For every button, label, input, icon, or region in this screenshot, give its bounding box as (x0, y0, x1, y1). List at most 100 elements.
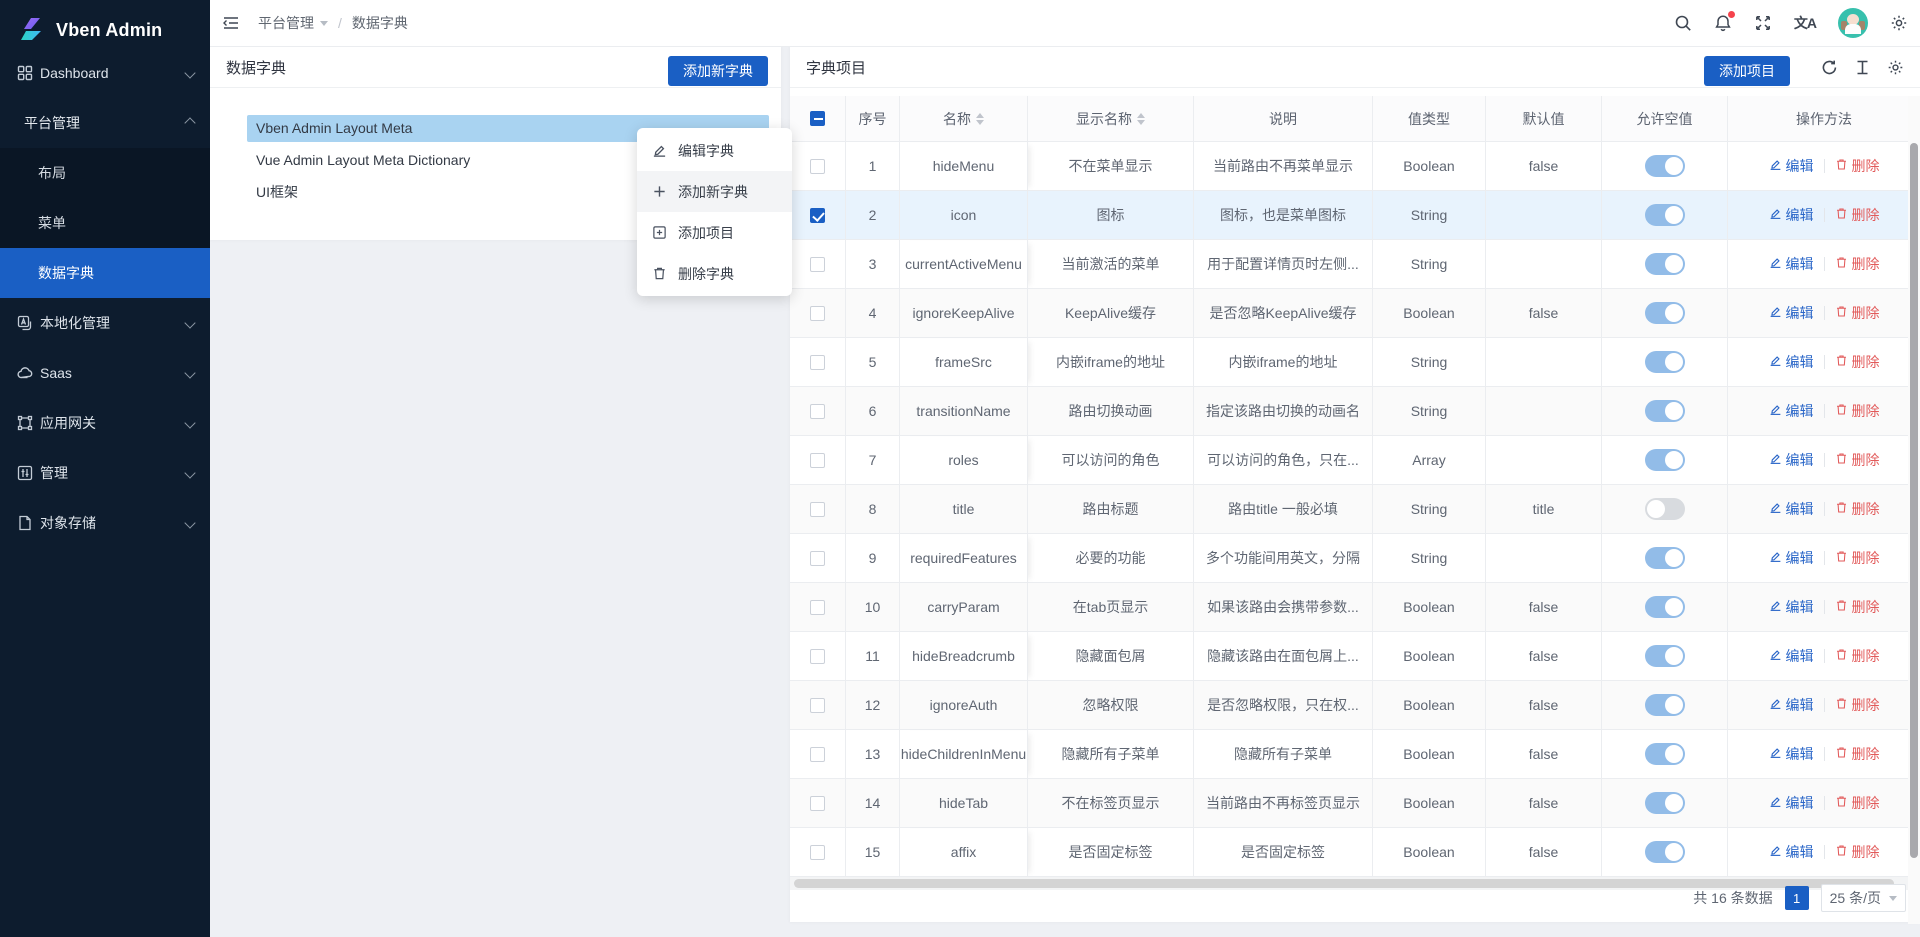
row-checkbox[interactable] (810, 600, 825, 615)
allow-empty-toggle[interactable] (1645, 792, 1685, 814)
breadcrumb-item-dict[interactable]: 数据字典 (352, 13, 408, 33)
row-checkbox[interactable] (810, 257, 825, 272)
row-checkbox[interactable] (810, 845, 825, 860)
add-dict-button[interactable]: 添加新字典 (668, 56, 768, 86)
dashboard-icon (17, 65, 33, 81)
edit-button[interactable]: 编辑 (1769, 254, 1814, 274)
allow-empty-toggle[interactable] (1645, 596, 1685, 618)
sidebar-item-6[interactable]: 对象存储 (0, 498, 210, 548)
row-height-icon[interactable] (1854, 59, 1871, 76)
edit-button[interactable]: 编辑 (1769, 646, 1814, 666)
delete-button[interactable]: 删除 (1835, 597, 1880, 617)
settings-gear-icon[interactable] (1890, 14, 1908, 32)
context-menu-item-3[interactable]: 删除字典 (637, 253, 792, 294)
edit-button[interactable]: 编辑 (1769, 205, 1814, 225)
edit-button[interactable]: 编辑 (1769, 842, 1814, 862)
delete-button[interactable]: 删除 (1835, 401, 1880, 421)
allow-empty-toggle[interactable] (1645, 253, 1685, 275)
row-checkbox[interactable] (810, 502, 825, 517)
allow-empty-toggle[interactable] (1645, 743, 1685, 765)
context-menu-item-1[interactable]: 添加新字典 (637, 171, 792, 212)
delete-button[interactable]: 删除 (1835, 695, 1880, 715)
edit-button[interactable]: 编辑 (1769, 597, 1814, 617)
edit-button[interactable]: 编辑 (1769, 744, 1814, 764)
fullscreen-icon[interactable] (1754, 14, 1772, 32)
allow-empty-toggle[interactable] (1645, 400, 1685, 422)
delete-button[interactable]: 删除 (1835, 156, 1880, 176)
row-checkbox[interactable] (810, 698, 825, 713)
sort-carets[interactable] (1137, 113, 1145, 125)
row-checkbox[interactable] (810, 208, 825, 223)
delete-button[interactable]: 删除 (1835, 205, 1880, 225)
vertical-scrollbar-thumb[interactable] (1910, 143, 1918, 858)
allow-empty-toggle[interactable] (1645, 302, 1685, 324)
value-type-cell: String (1373, 387, 1486, 436)
sidebar-subitem-0[interactable]: 布局 (0, 148, 210, 198)
edit-button[interactable]: 编辑 (1769, 303, 1814, 323)
sort-carets[interactable] (976, 113, 984, 125)
allow-empty-toggle[interactable] (1645, 351, 1685, 373)
edit-button[interactable]: 编辑 (1769, 156, 1814, 176)
delete-button[interactable]: 删除 (1835, 548, 1880, 568)
delete-button[interactable]: 删除 (1835, 744, 1880, 764)
allow-empty-toggle[interactable] (1645, 694, 1685, 716)
context-menu-item-0[interactable]: 编辑字典 (637, 130, 792, 171)
operations-divider (1824, 306, 1825, 320)
delete-button[interactable]: 删除 (1835, 499, 1880, 519)
sidebar-item-4[interactable]: 应用网关 (0, 398, 210, 448)
row-checkbox[interactable] (810, 747, 825, 762)
allow-empty-toggle[interactable] (1645, 204, 1685, 226)
sidebar-item-5[interactable]: 管理 (0, 448, 210, 498)
sidebar-item-0[interactable]: Dashboard (0, 48, 210, 98)
edit-button[interactable]: 编辑 (1769, 450, 1814, 470)
edit-button[interactable]: 编辑 (1769, 352, 1814, 372)
breadcrumb-item-platform[interactable]: 平台管理 (258, 13, 328, 33)
select-all-checkbox[interactable] (810, 111, 825, 126)
delete-button[interactable]: 删除 (1835, 793, 1880, 813)
delete-button[interactable]: 删除 (1835, 303, 1880, 323)
notification-bell-icon[interactable] (1714, 14, 1732, 32)
col-name[interactable]: 名称 (900, 96, 1028, 142)
delete-button[interactable]: 删除 (1835, 352, 1880, 372)
sidebar-item-2[interactable]: 本地化管理 (0, 298, 210, 348)
edit-button[interactable]: 编辑 (1769, 401, 1814, 421)
allow-empty-toggle[interactable] (1645, 645, 1685, 667)
sidebar-subitem-1[interactable]: 菜单 (0, 198, 210, 248)
allow-empty-toggle[interactable] (1645, 155, 1685, 177)
context-menu-item-2[interactable]: 添加项目 (637, 212, 792, 253)
row-checkbox[interactable] (810, 306, 825, 321)
search-icon[interactable] (1674, 14, 1692, 32)
delete-button[interactable]: 删除 (1835, 842, 1880, 862)
edit-button[interactable]: 编辑 (1769, 548, 1814, 568)
allow-empty-toggle[interactable] (1645, 498, 1685, 520)
col-display-name[interactable]: 显示名称 (1028, 96, 1194, 142)
delete-button[interactable]: 删除 (1835, 646, 1880, 666)
page-number-button[interactable]: 1 (1785, 886, 1809, 910)
column-settings-gear-icon[interactable] (1887, 59, 1904, 76)
sidebar-item-1[interactable]: 平台管理 (0, 98, 210, 148)
delete-button[interactable]: 删除 (1835, 254, 1880, 274)
sidebar-item-3[interactable]: Saas (0, 348, 210, 398)
row-checkbox[interactable] (810, 404, 825, 419)
page-size-select[interactable]: 25 条/页 (1821, 884, 1906, 912)
dict-items-title: 字典项目 (806, 57, 866, 78)
row-checkbox[interactable] (810, 649, 825, 664)
sidebar-collapse-icon[interactable] (222, 14, 240, 32)
edit-button[interactable]: 编辑 (1769, 499, 1814, 519)
allow-empty-toggle[interactable] (1645, 841, 1685, 863)
avatar[interactable] (1838, 8, 1868, 38)
edit-button[interactable]: 编辑 (1769, 793, 1814, 813)
edit-button[interactable]: 编辑 (1769, 695, 1814, 715)
row-checkbox[interactable] (810, 355, 825, 370)
row-checkbox[interactable] (810, 796, 825, 811)
refresh-icon[interactable] (1821, 59, 1838, 76)
allow-empty-toggle[interactable] (1645, 449, 1685, 471)
translate-icon[interactable]: 文A (1794, 13, 1816, 33)
sidebar-subitem-2[interactable]: 数据字典 (0, 248, 210, 298)
row-checkbox[interactable] (810, 159, 825, 174)
add-item-button[interactable]: 添加项目 (1704, 56, 1790, 86)
row-checkbox[interactable] (810, 453, 825, 468)
allow-empty-toggle[interactable] (1645, 547, 1685, 569)
delete-button[interactable]: 删除 (1835, 450, 1880, 470)
row-checkbox[interactable] (810, 551, 825, 566)
